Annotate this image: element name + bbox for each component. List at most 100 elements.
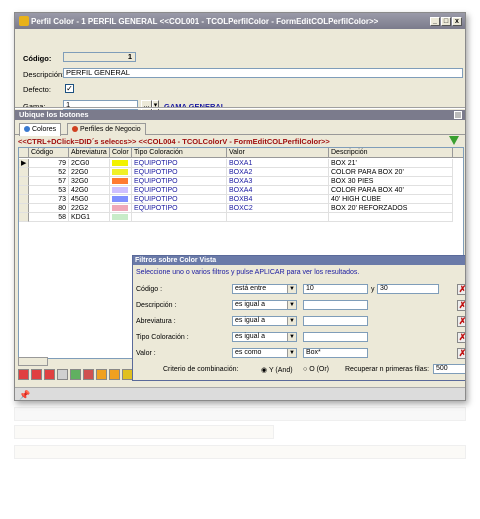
- filter-value-codigo-to[interactable]: 30: [377, 284, 439, 294]
- cell-abrev: KDG1: [69, 213, 110, 222]
- horizontal-scrollbar[interactable]: [18, 357, 48, 366]
- row-selector[interactable]: [19, 168, 29, 177]
- delete-icon[interactable]: [18, 369, 29, 380]
- title-bar: Perfil Color - 1 PERFIL GENERAL <<COL001…: [15, 13, 465, 29]
- color-swatch: [112, 205, 128, 211]
- table-row[interactable]: ▶ 79 2CG0 EQUIPOTIPO BOXA1 BOX 21': [19, 159, 463, 168]
- tab-perfiles-label: Perfiles de Negocio: [80, 126, 141, 133]
- table-row[interactable]: 53 42G0 EQUIPOTIPO BOXA4 COLOR PARA BOX 40': [19, 186, 463, 195]
- print-icon[interactable]: [109, 369, 120, 380]
- table-row[interactable]: 73 45G0 EQUIPOTIPO BOXB4 40' HIGH CUBE: [19, 195, 463, 204]
- row-selector[interactable]: [19, 204, 29, 213]
- filter-dialog: Filtros sobre Color Vista Seleccione uno…: [132, 255, 465, 381]
- color-swatch: [112, 196, 128, 202]
- cell-valor: BOXA1: [227, 159, 329, 168]
- filter-value-codigo-from[interactable]: 10: [303, 284, 368, 294]
- table-row[interactable]: 80 22G2 EQUIPOTIPO BOXC2 BOX 20' REFORZADOS: [19, 204, 463, 213]
- clear-filter-abreviatura-icon[interactable]: ✗: [457, 316, 465, 327]
- radio-or[interactable]: ○ O (Or): [303, 366, 329, 373]
- grid-hint: <<CTRL+DClick=DID´s seleccs>> <<COL004 -…: [18, 137, 330, 146]
- cell-desc: [329, 213, 453, 222]
- filter-value-descripcion[interactable]: [303, 300, 368, 310]
- filter-op-valor[interactable]: es como ▼: [232, 348, 297, 358]
- recuperar-label: Recuperar n primeras filas:: [345, 366, 430, 373]
- col-abreviatura[interactable]: Abreviatura: [69, 148, 110, 158]
- profile-icon: [72, 126, 78, 132]
- row-selector[interactable]: [19, 186, 29, 195]
- col-color[interactable]: Color: [110, 148, 132, 158]
- cell-tipo: EQUIPOTIPO: [132, 168, 227, 177]
- section-close-icon[interactable]: [454, 111, 462, 119]
- filter-icon[interactable]: [70, 369, 81, 380]
- filter-label-codigo: Código :: [136, 286, 163, 293]
- remove-icon[interactable]: [31, 369, 42, 380]
- radio-and[interactable]: ◉ Y (And): [261, 366, 293, 374]
- col-tipo[interactable]: Tipo Coloración: [132, 148, 227, 158]
- filter-op-tipo[interactable]: es igual a ▼: [232, 332, 297, 342]
- row-selector[interactable]: [19, 195, 29, 204]
- filter-label-tipo: Tipo Coloración :: [136, 334, 189, 341]
- cell-valor: BOXA4: [227, 186, 329, 195]
- cell-desc: COLOR PARA BOX 20': [329, 168, 453, 177]
- tab-colores[interactable]: Colores: [19, 123, 62, 136]
- filter-op-abreviatura[interactable]: es igual a ▼: [232, 316, 297, 326]
- filter-value-valor[interactable]: Box*: [303, 348, 368, 358]
- window-title: Perfil Color - 1 PERFIL GENERAL <<COL001…: [31, 16, 379, 26]
- filter-op-codigo[interactable]: está entre ▼: [232, 284, 297, 294]
- cell-color: [110, 204, 132, 213]
- cell-codigo: 52: [29, 168, 69, 177]
- filter-op-descripcion[interactable]: es igual a ▼: [232, 300, 297, 310]
- clear-filter-codigo-icon[interactable]: ✗: [457, 284, 465, 295]
- filter-value-abreviatura[interactable]: [303, 316, 368, 326]
- export-icon[interactable]: [96, 369, 107, 380]
- row-selector[interactable]: [19, 213, 29, 222]
- row-selector[interactable]: [19, 177, 29, 186]
- maximize-button[interactable]: □: [441, 16, 451, 26]
- clear-filter-tipo-icon[interactable]: ✗: [457, 332, 465, 343]
- tab-perfiles-negocio[interactable]: Perfiles de Negocio: [67, 123, 146, 135]
- col-descripcion[interactable]: Descripción: [329, 148, 453, 158]
- filter-label-abreviatura: Abreviatura :: [136, 318, 176, 325]
- filter-label-descripcion: Descripción :: [136, 302, 177, 309]
- table-row[interactable]: 58 KDG1: [19, 213, 463, 222]
- codigo-field[interactable]: 1: [63, 52, 136, 62]
- reflection-bar-3: [14, 445, 466, 459]
- col-codigo[interactable]: Código: [29, 148, 69, 158]
- chevron-down-icon: ▼: [287, 301, 296, 309]
- table-row[interactable]: 57 32G0 EQUIPOTIPO BOXA3 BOX 30 PIES: [19, 177, 463, 186]
- filter-message: Seleccione uno o varios filtros y pulse …: [136, 269, 360, 276]
- codigo-label: Código:: [23, 54, 52, 63]
- table-row[interactable]: 52 22G0 EQUIPOTIPO BOXA2 COLOR PARA BOX 20': [19, 168, 463, 177]
- close-button[interactable]: x: [452, 16, 462, 26]
- filter-value-tipo[interactable]: [303, 332, 368, 342]
- cell-color: [110, 159, 132, 168]
- section-header: Ubique los botones: [15, 110, 465, 120]
- filter-title-text: Filtros sobre Color Vista: [135, 257, 217, 264]
- clear-icon[interactable]: [44, 369, 55, 380]
- filter-op-valor-text: es como: [235, 349, 262, 356]
- filter-op-tipo-text: es igual a: [235, 333, 265, 340]
- defecto-checkbox[interactable]: ✓: [65, 84, 74, 93]
- cell-codigo: 79: [29, 159, 69, 168]
- clear-filter-valor-icon[interactable]: ✗: [457, 348, 465, 359]
- pin-icon[interactable]: 📌: [19, 390, 30, 400]
- clear-filter-descripcion-icon[interactable]: ✗: [457, 300, 465, 311]
- cell-desc: BOX 20' REFORZADOS: [329, 204, 453, 213]
- minimize-button[interactable]: _: [430, 16, 440, 26]
- col-valor[interactable]: Valor: [227, 148, 329, 158]
- defecto-label: Defecto:: [23, 85, 51, 94]
- view-icon[interactable]: [57, 369, 68, 380]
- descripcion-field[interactable]: PERFIL GENERAL: [63, 68, 463, 78]
- cell-color: [110, 213, 132, 222]
- cell-desc: BOX 30 PIES: [329, 177, 453, 186]
- filter-funnel-icon[interactable]: [449, 136, 459, 145]
- cell-codigo: 80: [29, 204, 69, 213]
- color-swatch: [112, 214, 128, 220]
- cell-tipo: EQUIPOTIPO: [132, 204, 227, 213]
- cancel-filter-icon[interactable]: [83, 369, 94, 380]
- grid-corner: [19, 148, 29, 158]
- cell-tipo: EQUIPOTIPO: [132, 159, 227, 168]
- window-reflection: [14, 405, 466, 465]
- row-pointer-icon[interactable]: ▶: [19, 159, 29, 168]
- cell-abrev: 22G2: [69, 204, 110, 213]
